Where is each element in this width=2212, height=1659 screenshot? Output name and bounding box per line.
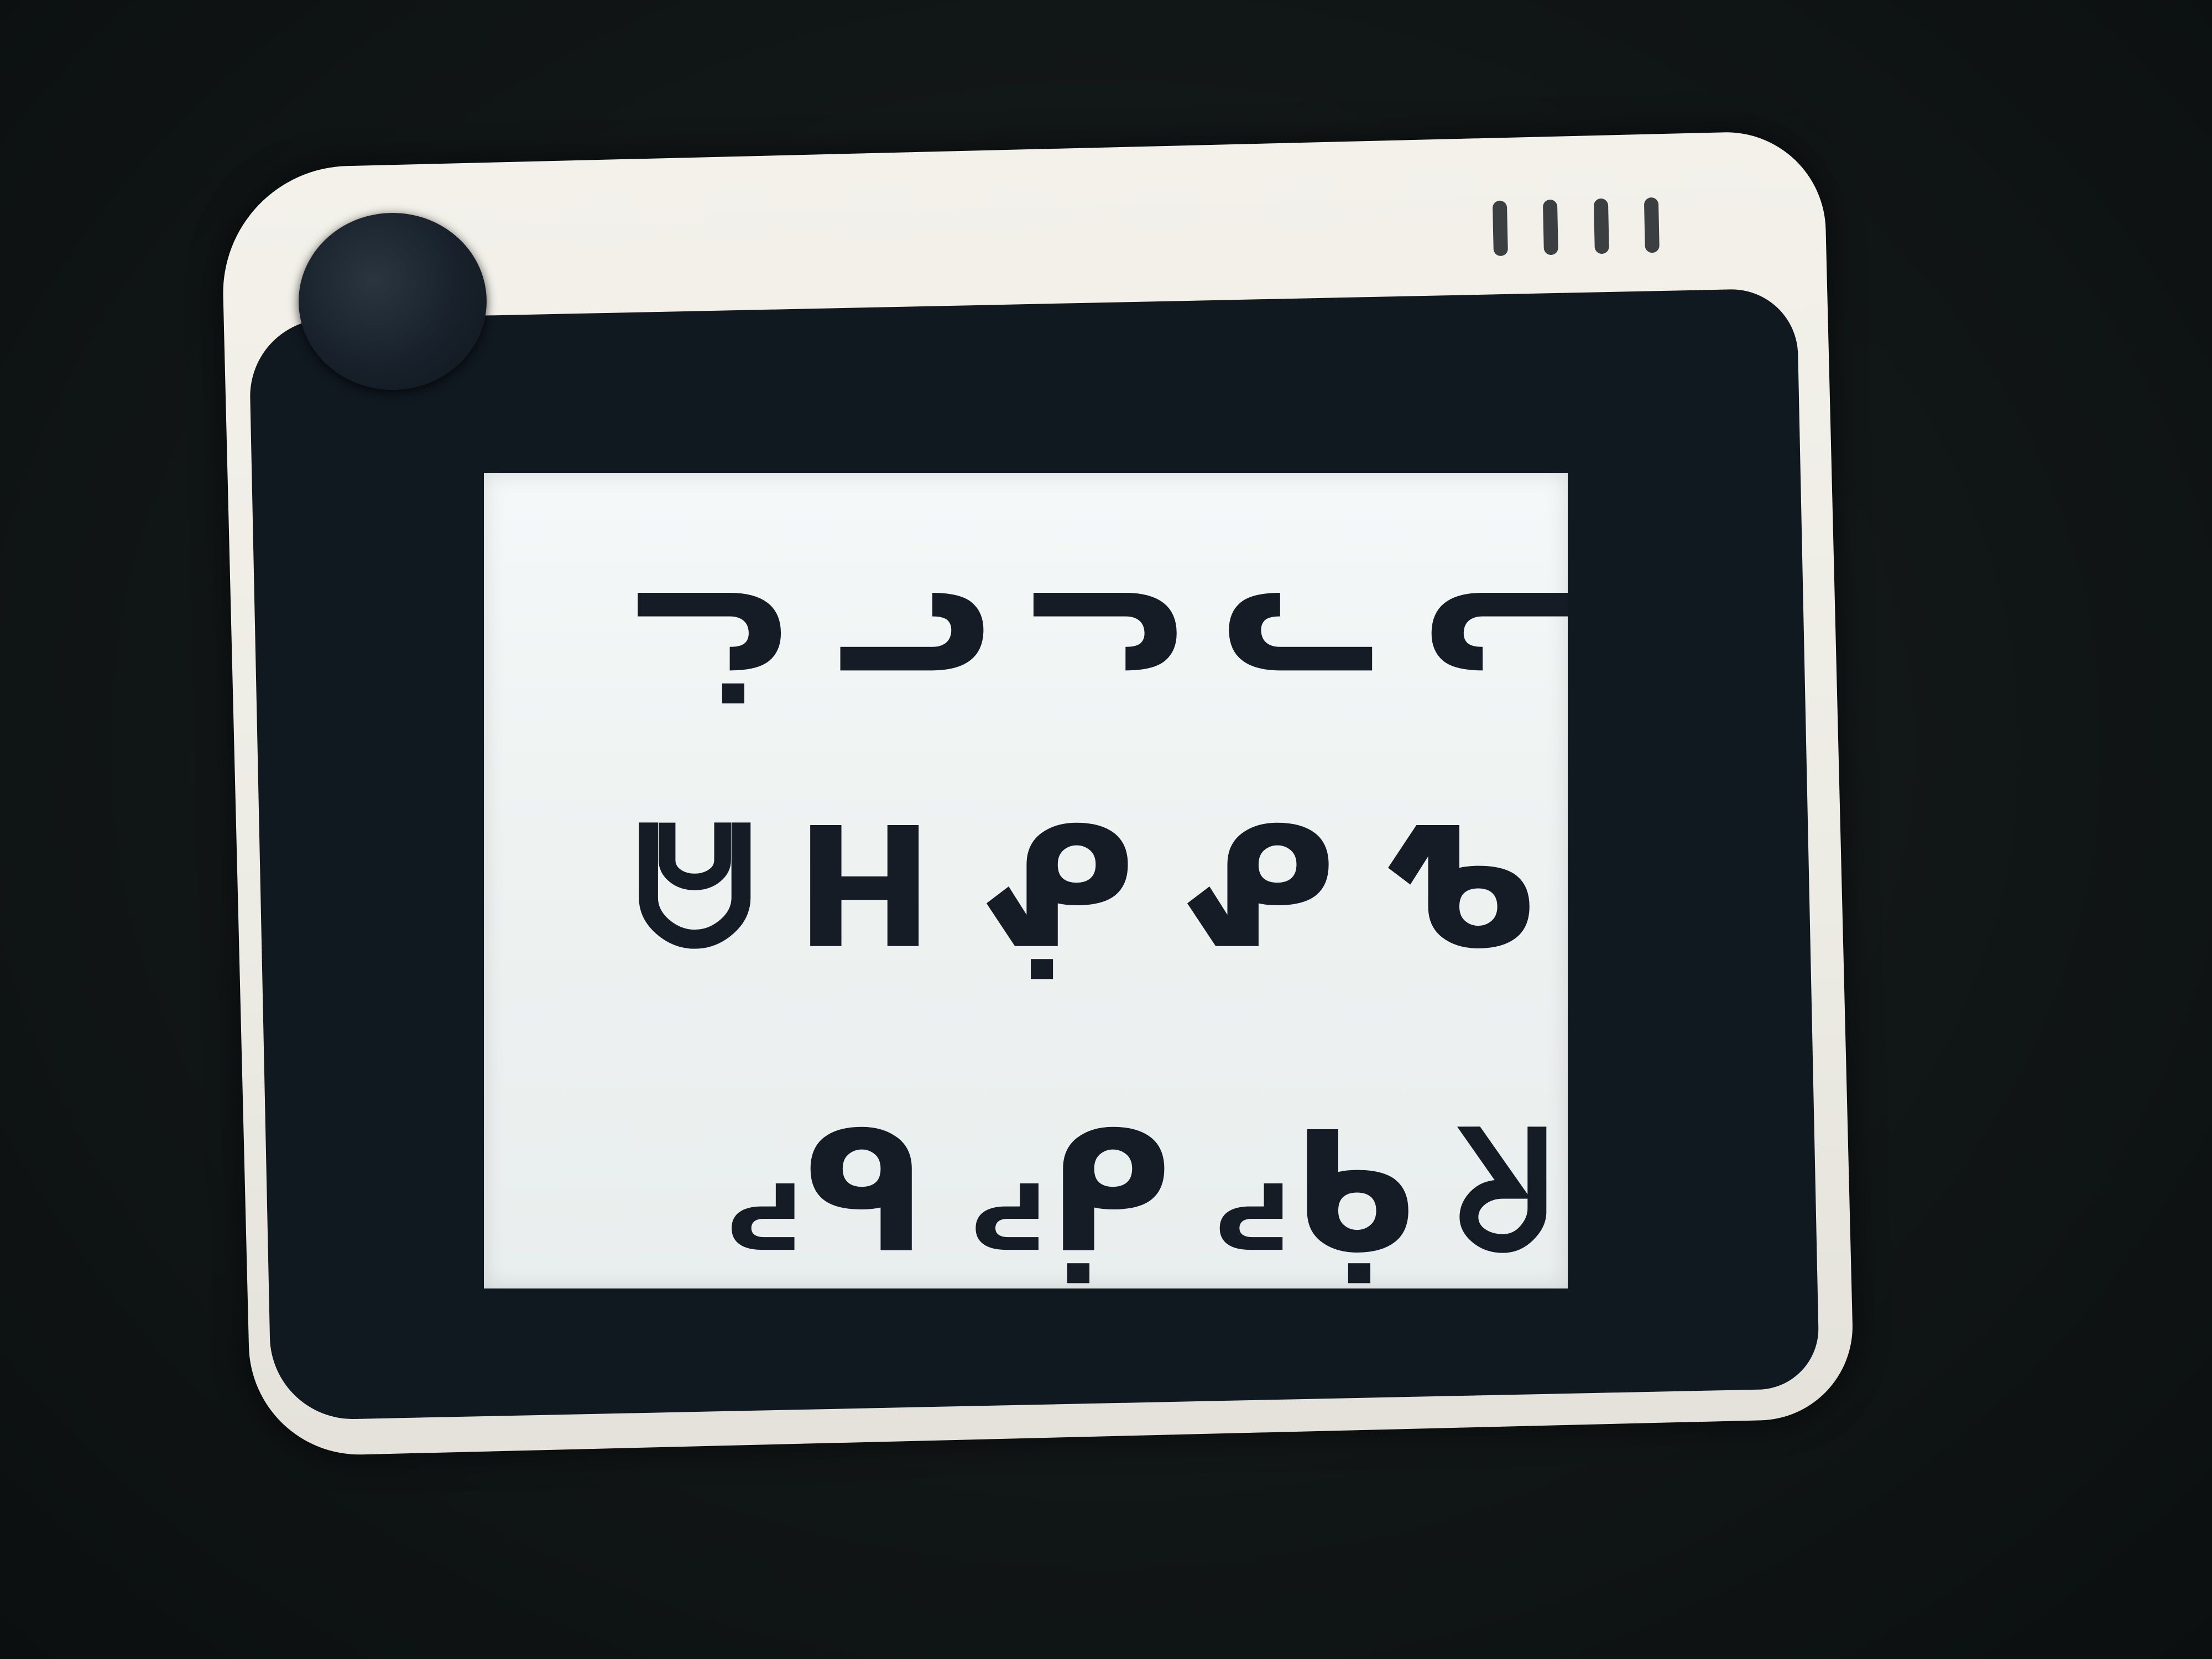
- lcd-screen: ᓘᓓᓗᓕᓚᓔ ᕱᕼᕺᕹᕵᕻ ᖁᖄᖀᖆᖂ: [484, 473, 1568, 1288]
- grille-slot: [1593, 198, 1609, 254]
- glyph-row-2-text: ᕱᕼᕺᕹᕵᕻ: [633, 786, 1568, 979]
- speaker-grille: [1492, 197, 1660, 262]
- glyph-row-1: ᓘᓓᓗᓕᓚᓔ: [633, 550, 1568, 749]
- grille-slot: [1644, 197, 1660, 253]
- grille-slot: [1543, 199, 1559, 255]
- background: ᓘᓓᓗᓕᓚᓔ ᕱᕼᕺᕹᕵᕻ ᖁᖄᖀᖆᖂ: [0, 0, 2212, 1659]
- rotary-knob[interactable]: [299, 213, 487, 390]
- grille-slot: [1492, 200, 1508, 257]
- glyph-row-3-text: ᖁᖄᖀᖆᖂ: [722, 1090, 1568, 1283]
- glyph-row-1-text: ᓘᓓᓗᓕᓚᓔ: [633, 554, 1568, 747]
- glyph-row-2: ᕱᕼᕺᕹᕵᕻ: [633, 782, 1568, 982]
- glyph-row-3: ᖁᖄᖀᖆᖂ: [722, 1087, 1568, 1286]
